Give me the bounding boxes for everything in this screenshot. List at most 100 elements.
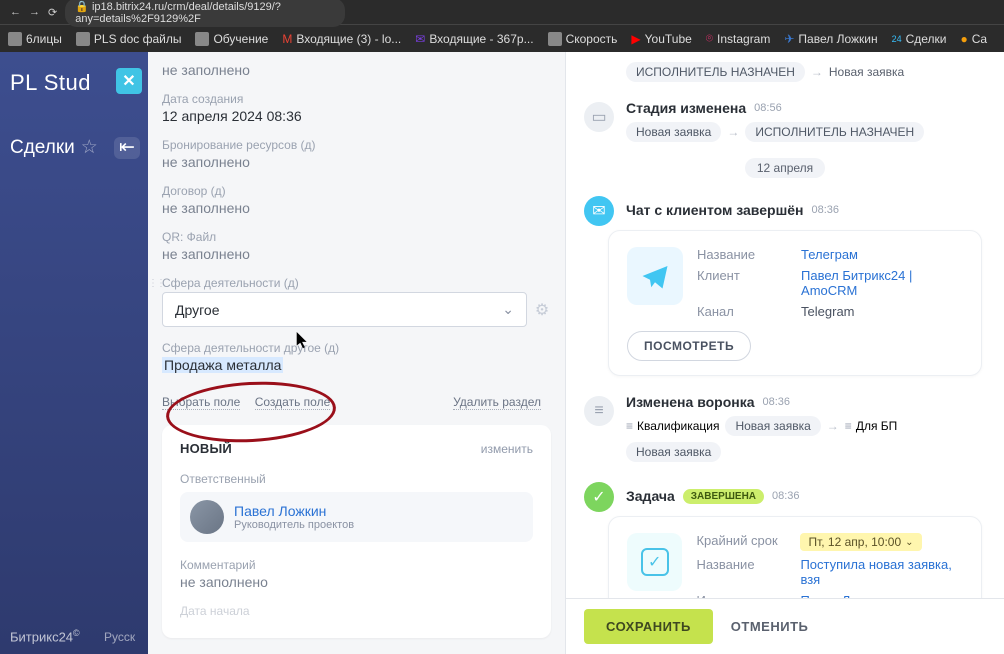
field-label-sphere: Сфера деятельности (д) (162, 276, 551, 290)
funnel-change-icon: ≡ (584, 396, 614, 426)
task-title: Задача (626, 488, 675, 504)
left-sidebar: PL Stud ✕ Сделки ☆ ⇤ Битрикс24© Русск (0, 52, 148, 654)
funnel-to-name: Для БП (856, 419, 897, 433)
funnel-title: Изменена воронка (626, 394, 755, 410)
bookmark-item[interactable]: ✉Входящие - 367р... (415, 32, 533, 46)
view-chat-button[interactable]: ПОСМОТРЕТЬ (627, 331, 751, 361)
stage-to-pill: ИСПОЛНИТЕЛЬ НАЗНАЧЕН (745, 122, 924, 142)
bookmark-item[interactable]: MВходящие (3) - lo... (282, 32, 401, 46)
user-name-link[interactable]: Павел Ложкин (234, 503, 354, 519)
task-name-link[interactable]: Поступила новая заявка, взя (800, 557, 963, 587)
kv-label: Канал (697, 304, 793, 319)
field-label-booking: Бронирование ресурсов (д) (162, 138, 551, 152)
field-value-sphere-other[interactable]: Продажа металла (162, 357, 551, 373)
stage-from-pill: Новая заявка (626, 122, 721, 142)
field-value-contract: не заполнено (162, 200, 551, 216)
lock-icon: 🔒 (75, 1, 89, 13)
kv-label: Название (697, 247, 793, 262)
cancel-button[interactable]: ОТМЕНИТЬ (731, 619, 809, 634)
field-value-qr: не заполнено (162, 246, 551, 262)
create-field-link[interactable]: Создать поле (255, 395, 331, 410)
telegram-logo (627, 247, 683, 305)
timeline-panel: ИСПОЛНИТЕЛЬ НАЗНАЧЕН → Новая заявка ▭ Ст… (566, 52, 1004, 654)
browser-urlbar-row: ← → ⟳ 🔒 ip18.bitrix24.ru/crm/deal/detail… (0, 0, 1004, 24)
card-change-link[interactable]: изменить (481, 442, 533, 456)
chat-icon: ✉ (584, 196, 614, 226)
chat-time: 08:36 (811, 204, 839, 216)
kv-label: Крайний срок (696, 533, 792, 551)
funnel-time: 08:36 (763, 396, 791, 408)
chevron-down-icon: ⌄ (905, 537, 913, 548)
card-title-new: НОВЫЙ (180, 441, 232, 456)
stage-changed-title: Стадия изменена (626, 100, 746, 116)
task-icon-box: ✓ (627, 533, 682, 591)
url-text: ip18.bitrix24.ru/crm/deal/details/9129/?… (75, 1, 281, 25)
arrow-right-icon: → (811, 65, 823, 79)
chat-closed-title: Чат с клиентом завершён (626, 202, 803, 218)
task-time: 08:36 (772, 490, 800, 502)
delete-section-link[interactable]: Удалить раздел (453, 395, 541, 410)
star-icon[interactable]: ☆ (81, 136, 98, 159)
bookmark-item[interactable]: 24Сделки (892, 32, 947, 46)
section-deals[interactable]: Сделки (10, 137, 75, 159)
field-settings-icon[interactable]: ⚙ (533, 300, 551, 320)
field-label-created: Дата создания (162, 92, 551, 106)
nav-reload-icon[interactable]: ⟳ (48, 6, 57, 19)
bookmark-item[interactable]: ✈Павел Ложкин (784, 32, 877, 46)
nav-forward-icon[interactable]: → (29, 6, 40, 18)
field-label-contract: Договор (д) (162, 184, 551, 198)
task-complete-icon: ✓ (584, 482, 614, 512)
field-label-qr: QR: Файл (162, 230, 551, 244)
footer-brand[interactable]: Битрикс24© (10, 628, 80, 644)
chat-client-link[interactable]: Павел Битрикс24 | AmoCRM (801, 268, 963, 298)
browser-url[interactable]: 🔒 ip18.bitrix24.ru/crm/deal/details/9129… (65, 0, 345, 27)
chevron-down-icon: ⌄ (502, 301, 514, 318)
funnel-icon: ≡ (845, 419, 852, 433)
drag-handle-icon[interactable]: ⋮⋮ (148, 278, 164, 289)
kv-label: Название (696, 557, 792, 587)
bookmark-item[interactable]: ⌾Instagram (706, 31, 771, 46)
chat-card: Название Телеграм Клиент Павел Битрикс24… (608, 230, 982, 376)
footer-lang[interactable]: Русск (104, 630, 135, 644)
user-role: Руководитель проектов (234, 519, 354, 531)
bookmark-item[interactable]: Обучение (195, 32, 268, 46)
select-field-link[interactable]: Выбрать поле (162, 395, 240, 410)
stage-change-icon: ▭ (584, 102, 614, 132)
nav-back-icon[interactable]: ← (10, 6, 21, 18)
field-empty-value: не заполнено (162, 62, 551, 78)
deal-fields-panel: не заполнено Дата создания 12 апреля 202… (148, 52, 566, 654)
stage-text: Новая заявка (829, 65, 904, 79)
avatar (190, 500, 224, 534)
responsible-label: Ответственный (180, 472, 533, 486)
chat-channel: Telegram (801, 304, 963, 319)
timeline-date-header: 12 апреля (745, 158, 825, 178)
bottom-action-bar: СОХРАНИТЬ ОТМЕНИТЬ (566, 598, 1004, 654)
task-check-icon: ✓ (641, 548, 669, 576)
save-button[interactable]: СОХРАНИТЬ (584, 609, 713, 644)
bookmark-item[interactable]: ●Ca (961, 32, 988, 46)
comment-label: Комментарий (180, 558, 533, 572)
field-label-sphere-other: Сфера деятельности другое (д) (162, 341, 551, 355)
stage-changed-time: 08:56 (754, 102, 782, 114)
sphere-select-value: Другое (175, 302, 219, 318)
sphere-select[interactable]: Другое ⌄ (162, 292, 527, 327)
chat-name-link[interactable]: Телеграм (801, 247, 963, 262)
bookmarks-bar: 6лицы PLS doc файлы Обучение MВходящие (… (0, 24, 1004, 52)
new-section-card: НОВЫЙ изменить Ответственный Павел Ложки… (162, 425, 551, 638)
comment-value: не заполнено (180, 574, 533, 590)
responsible-user[interactable]: Павел Ложкин Руководитель проектов (180, 492, 533, 542)
kv-label: Клиент (697, 268, 793, 298)
collapse-sidebar-button[interactable]: ⇤ (114, 137, 140, 159)
arrow-right-icon: → (727, 125, 739, 139)
arrow-right-icon: → (827, 419, 839, 433)
bookmark-item[interactable]: Скорость (548, 32, 618, 46)
field-value-created: 12 апреля 2024 08:36 (162, 108, 551, 124)
task-due-chip[interactable]: Пт, 12 апр, 10:00 ⌄ (800, 533, 921, 551)
field-value-booking: не заполнено (162, 154, 551, 170)
close-panel-button[interactable]: ✕ (116, 68, 142, 94)
bookmark-item[interactable]: 6лицы (8, 32, 62, 46)
task-status-badge: ЗАВЕРШЕНА (683, 489, 764, 504)
bookmark-item[interactable]: PLS doc файлы (76, 32, 182, 46)
bookmark-item[interactable]: ▶YouTube (631, 32, 691, 46)
funnel-icon: ≡ (626, 419, 633, 433)
